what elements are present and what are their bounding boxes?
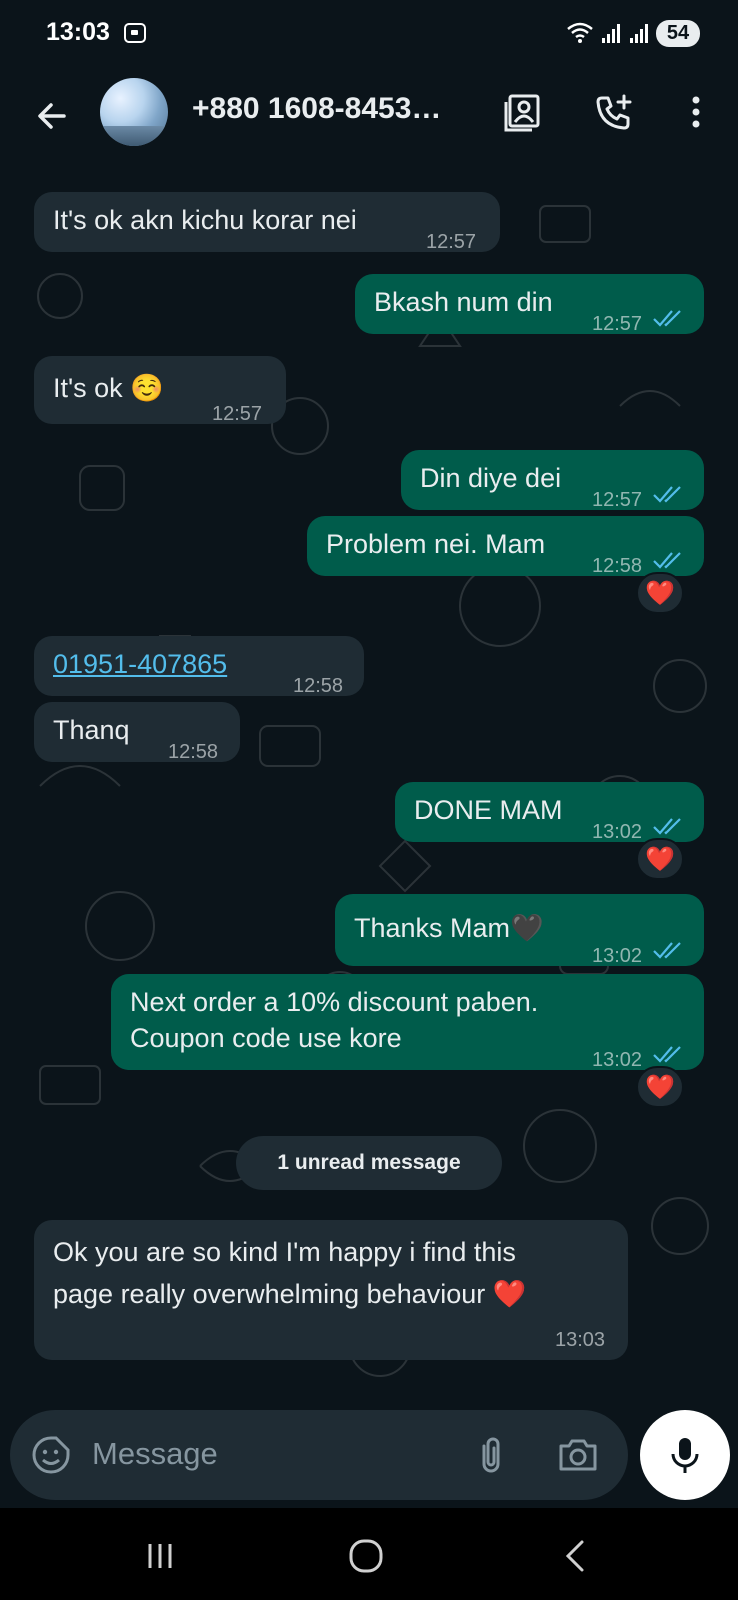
message-text-wrap: It's ok ☺️ [53,370,164,406]
message-text: Din diye dei [420,463,562,493]
message-time: 13:02 [592,945,643,967]
message-incoming[interactable]: It's ok ☺️ 12:57 [34,356,286,425]
add-call-icon [596,94,632,130]
read-ticks-icon [653,486,681,503]
message-incoming[interactable]: Ok you are so kind I'm happy i find this… [34,1220,628,1360]
heart-reaction-icon: ❤️ [645,579,675,607]
emoji: ☺️ [130,373,164,403]
message-incoming[interactable]: Thanq 12:58 [34,702,240,763]
reaction-badge[interactable]: ❤️ [636,572,684,614]
system-nav-bar [0,1508,738,1600]
message-outgoing[interactable]: DONE MAM 13:02 [395,782,704,843]
message-text-wrap: Thanks Mam🖤 [354,910,544,946]
message-text: Bkash num din [374,287,553,317]
microphone-icon [671,1438,699,1473]
nav-home-icon [349,1539,383,1573]
emoji-sticker-icon [32,1436,70,1474]
wifi-icon [566,20,594,50]
heart-reaction-icon: ❤️ [645,1073,675,1101]
attach-paperclip-icon [482,1437,500,1473]
back-arrow-icon [38,103,66,129]
read-ticks-icon [653,552,681,569]
heart-reaction-icon: ❤️ [645,845,675,873]
reaction-badge[interactable]: ❤️ [636,838,684,880]
read-ticks-icon [653,1046,681,1063]
message-time: 12:57 [592,313,643,335]
back-button[interactable] [24,88,80,144]
message-outgoing[interactable]: Next order a 10% discount paben. Coupon … [111,974,704,1071]
read-ticks-icon [653,942,681,959]
message-time: 12:57 [426,231,477,253]
message-text: It's ok [53,373,123,403]
message-composer: Message [10,1410,628,1500]
message-time: 13:02 [592,1049,643,1071]
status-bar: 13:03 54 [0,0,738,66]
message-outgoing[interactable]: Bkash num din 12:57 [355,274,704,335]
message-time: 12:58 [592,555,643,577]
message-text-line-2: page really overwhelming behaviour [53,1279,486,1309]
message-time: 12:58 [168,741,219,763]
signal-icon-sim1 [602,23,622,43]
nav-recents-icon [148,1544,172,1568]
message-text-wrap: page really overwhelming behaviour ❤️ [53,1276,526,1312]
read-ticks-icon [653,310,681,327]
contact-name[interactable]: +880 1608-8453… [192,92,441,126]
message-input[interactable]: Message [92,1436,218,1472]
message-time: 13:02 [592,821,643,843]
message-outgoing[interactable]: Problem nei. Mam 12:58 [307,516,704,577]
message-text: DONE MAM [414,795,563,825]
contact-card-icon [504,94,540,132]
attach-button[interactable] [470,1434,512,1476]
message-text-line-1: Next order a 10% discount paben. [130,987,539,1017]
message-incoming[interactable]: It's ok akn kichu korar nei 12:57 [34,192,500,253]
status-time: 13:03 [46,18,110,46]
message-list[interactable]: It's ok akn kichu korar nei 12:57 Bkash … [0,166,738,1400]
message-text: Thanks Mam [354,913,511,943]
nav-home-button[interactable] [346,1536,386,1576]
message-text-line-1: Ok you are so kind I'm happy i find this [53,1237,516,1267]
contact-card-button[interactable] [498,88,546,136]
message-text: It's ok akn kichu korar nei [53,205,357,235]
chat-header: +880 1608-8453… [0,66,738,166]
message-text-line-2: Coupon code use kore [130,1023,402,1053]
battery-indicator: 54 [656,20,700,47]
message-incoming[interactable]: 01951-407865 12:58 [34,636,364,697]
more-vert-icon [692,96,700,128]
emoji-button[interactable] [30,1434,72,1476]
screen-record-icon [124,23,146,43]
add-call-button[interactable] [590,88,638,136]
nav-back-button[interactable] [556,1536,596,1576]
reaction-badge[interactable]: ❤️ [636,1066,684,1108]
nav-back-icon [565,1540,584,1572]
message-outgoing[interactable]: Din diye dei 12:57 [401,450,704,511]
phone-number-link[interactable]: 01951-407865 [53,646,227,682]
read-ticks-icon [653,818,681,835]
message-time: 12:58 [293,675,344,697]
unread-messages-banner: 1 unread message [236,1136,502,1190]
message-time: 12:57 [592,489,643,511]
emoji: 🖤 [510,913,544,943]
message-text: Thanq [53,715,130,745]
avatar[interactable] [100,78,168,146]
camera-icon [559,1439,597,1471]
message-text: Problem nei. Mam [326,529,546,559]
nav-recents-button[interactable] [140,1538,180,1574]
more-options-button[interactable] [672,88,720,136]
camera-button[interactable] [555,1432,601,1478]
message-time: 13:03 [555,1329,606,1351]
message-outgoing[interactable]: Thanks Mam🖤 13:02 [335,894,704,967]
message-time: 12:57 [212,403,263,425]
voice-record-button[interactable] [640,1410,730,1500]
signal-icon-sim2 [630,23,650,43]
heart-emoji: ❤️ [492,1279,527,1309]
